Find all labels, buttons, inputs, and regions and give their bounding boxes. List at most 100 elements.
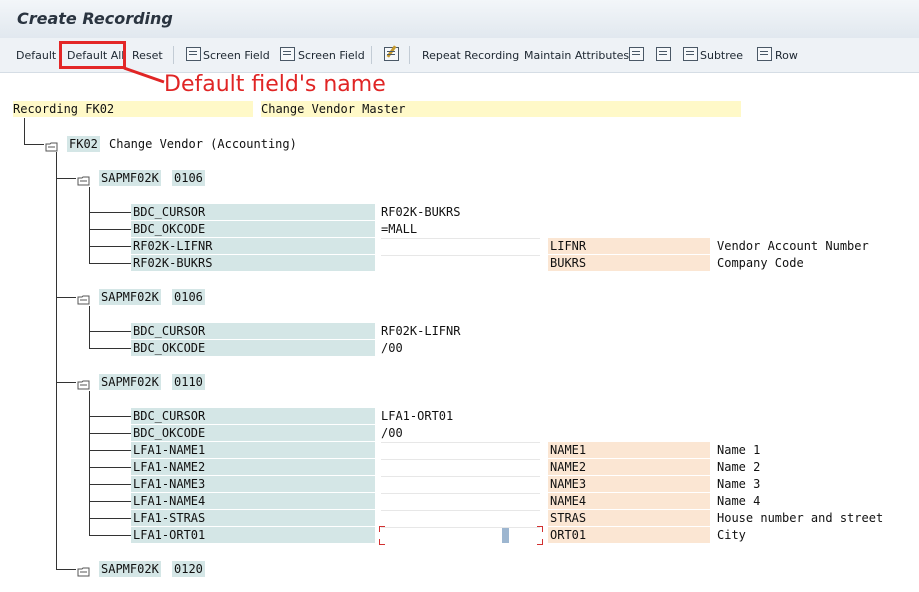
row-button[interactable]: Row [775,49,798,62]
field-description: Vendor Account Number [717,239,869,253]
screen-field-button-2[interactable]: Screen Field [298,49,365,62]
field-name: BDC_OKCODE [131,340,375,356]
tree-connector [89,348,131,349]
tree-connector [56,569,76,570]
field-description: Name 2 [717,460,761,474]
focus-corner [537,526,543,532]
screen-field-name: BUKRS [548,255,710,271]
folder-icon[interactable] [77,172,91,186]
tree-connector [89,535,131,536]
annotation-arrow [123,66,165,84]
tree-connector [89,187,90,263]
maintain-attributes-button[interactable]: Maintain Attributes [524,49,629,62]
field-name: LFA1-NAME2 [131,459,375,475]
focus-corner [379,539,385,545]
field-name: LFA1-NAME4 [131,493,375,509]
annotation-label: Default field's name [164,72,386,97]
text-cursor [502,528,509,543]
screen-field-name: NAME3 [548,476,710,492]
screen-program: SAPMF02K [99,561,161,577]
field-value-input[interactable] [381,238,540,255]
field-value-input[interactable] [381,476,540,493]
field-name: BDC_CURSOR [131,408,375,424]
screen-field-name: NAME1 [548,442,710,458]
collapse-all-icon[interactable] [656,47,671,61]
tree-connector [89,518,131,519]
tree-connector [24,144,44,145]
screen-field-icon [280,47,295,61]
tree-connector [56,178,76,179]
tree-connector [56,297,76,298]
screen-program: SAPMF02K [99,289,161,305]
toolbar-separator [371,46,372,64]
tree-connector [89,391,90,535]
folder-icon[interactable] [77,376,91,390]
tree-connector [56,382,76,383]
field-name: BDC_OKCODE [131,425,375,441]
screen-number: 0120 [172,561,205,577]
toolbar-separator [173,46,174,64]
screen-number: 0106 [172,289,205,305]
field-description: Name 1 [717,443,761,457]
tree-connector [89,467,131,468]
subtree-icon [683,47,698,61]
folder-icon[interactable] [45,138,59,152]
screen-program: SAPMF02K [99,374,161,390]
screen-field-name: NAME2 [548,459,710,475]
tree-connector [89,229,131,230]
field-description: Name 4 [717,494,761,508]
tree-connector [89,433,131,434]
screen-field-name: ORT01 [548,527,710,543]
field-value-input[interactable] [381,493,540,510]
field-name: BDC_OKCODE [131,221,375,237]
screen-field-button-1[interactable]: Screen Field [203,49,270,62]
tree-connector [89,501,131,502]
screen-field-name: STRAS [548,510,710,526]
field-name: BDC_CURSOR [131,204,375,220]
field-name: RF02K-BUKRS [131,255,375,271]
field-value-input[interactable] [381,527,540,544]
repeat-recording-button[interactable]: Repeat Recording [422,49,519,62]
tree-connector [89,246,131,247]
screen-field-name: LIFNR [548,238,710,254]
tree-connector [89,416,131,417]
field-value-input[interactable] [381,442,540,459]
field-name: RF02K-LIFNR [131,238,375,254]
field-value: RF02K-LIFNR [381,324,461,338]
default-button[interactable]: Default [16,49,56,62]
field-value-input[interactable] [381,510,540,527]
screen-program: SAPMF02K [99,170,161,186]
field-name: BDC_CURSOR [131,323,375,339]
tree-connector [89,306,90,348]
screen-field-name: NAME4 [548,493,710,509]
field-description: Name 3 [717,477,761,491]
edit-pencil-icon[interactable] [384,47,399,61]
field-name: LFA1-STRAS [131,510,375,526]
field-description: Company Code [717,256,804,270]
field-value: /00 [381,341,403,355]
field-value-input[interactable] [381,459,540,476]
toolbar-separator [409,46,410,64]
row-icon [757,47,772,61]
field-name: LFA1-NAME1 [131,442,375,458]
field-value: /00 [381,426,403,440]
tree-connector [56,152,57,569]
title-bar: Create Recording [0,0,919,39]
field-description: House number and street [717,511,884,525]
screen-field-icon [186,47,201,61]
field-value-input[interactable] [381,255,540,272]
screen-number: 0110 [172,374,205,390]
reset-button[interactable]: Reset [132,49,163,62]
folder-icon[interactable] [77,291,91,305]
recording-label: Recording FK02 [13,102,115,116]
subtree-button[interactable]: Subtree [700,49,743,62]
focus-corner [537,539,543,545]
recording-name-field: Recording FK02 [13,101,253,117]
field-description: City [717,528,746,542]
tree-connector [89,331,131,332]
tree-connector [89,484,131,485]
focus-corner [379,526,385,532]
expand-all-icon[interactable] [629,47,644,61]
tree-connector [89,450,131,451]
folder-icon[interactable] [77,563,91,577]
